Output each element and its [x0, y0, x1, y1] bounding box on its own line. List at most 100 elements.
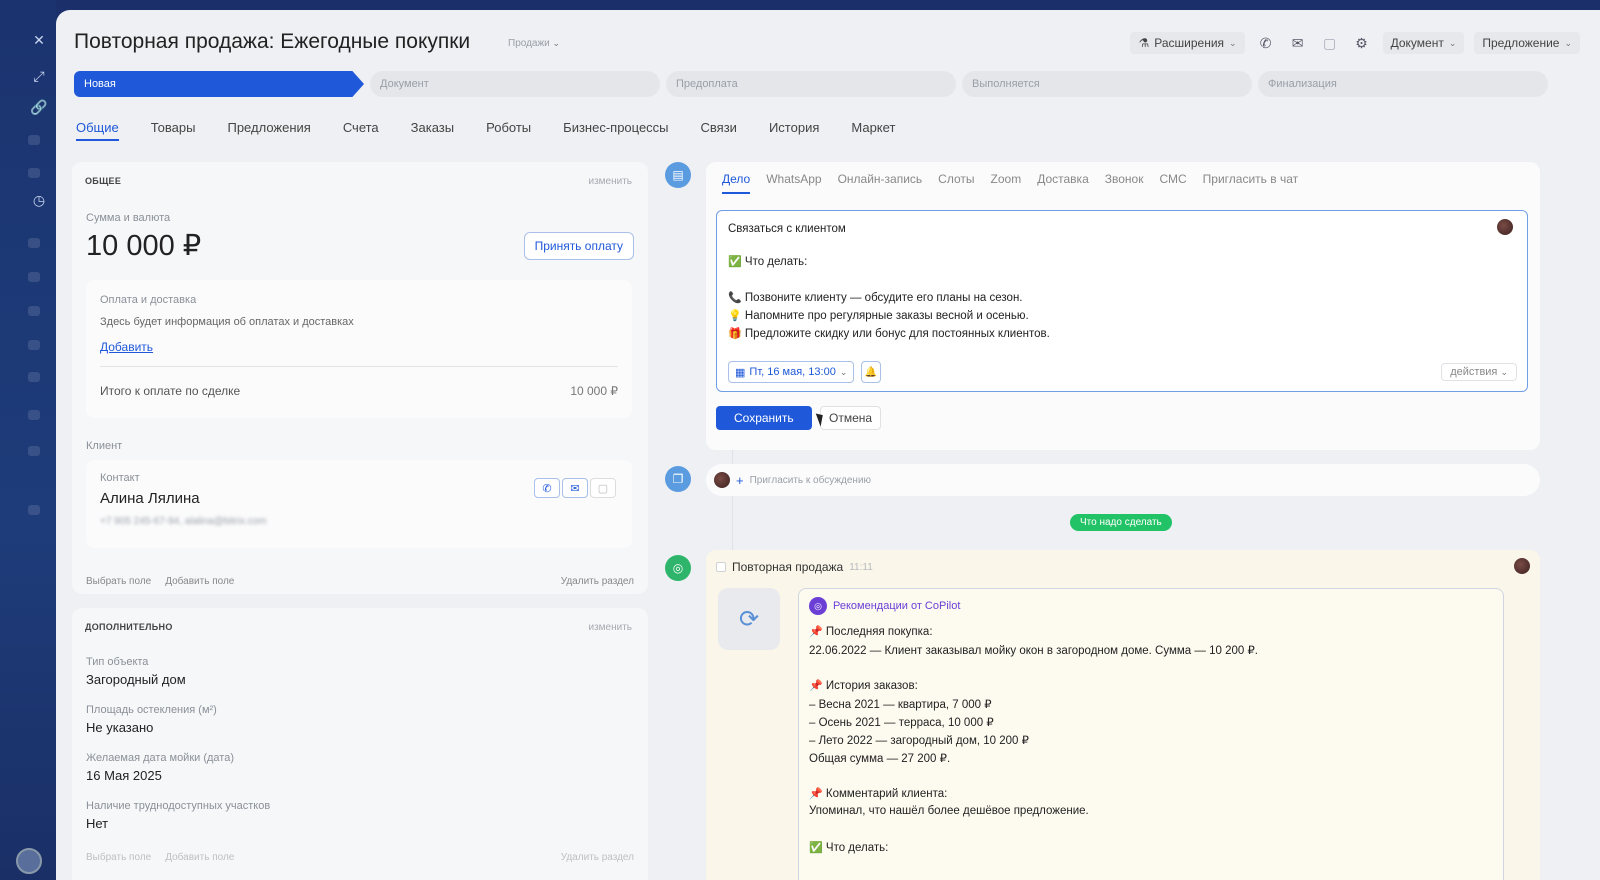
tab-robots[interactable]: Роботы	[486, 120, 531, 141]
document-button[interactable]: Документ ⌄	[1382, 32, 1465, 54]
add-payment-link[interactable]: Добавить	[100, 340, 153, 354]
chevron-down-icon: ⌄	[1564, 37, 1572, 48]
task-line: 📞 Позвоните клиенту — обсудите его планы…	[728, 291, 1023, 304]
robot-icon: ⟳	[718, 588, 780, 650]
save-button[interactable]: Сохранить	[716, 406, 812, 430]
mail-icon[interactable]: ✉	[562, 478, 588, 498]
clock-icon[interactable]: ◷	[22, 186, 56, 214]
sidebar-placeholder-icon	[28, 168, 40, 178]
extensions-button[interactable]: ⚗ Расширения ⌄	[1130, 32, 1245, 54]
activity-header: Повторная продажа 11:11	[716, 560, 873, 574]
tab-invite-chat[interactable]: Пригласить в чат	[1203, 172, 1298, 194]
recommendation-line: Общая сумма — 27 200 ₽.	[809, 753, 951, 765]
contact-label: Контакт	[100, 472, 140, 484]
tab-history[interactable]: История	[769, 120, 819, 141]
recommendation-line: 22.06.2022 — Клиент заказывал мойку окон…	[809, 645, 1258, 657]
close-icon[interactable]: ✕	[22, 26, 56, 54]
tab-proposals[interactable]: Предложения	[227, 120, 310, 141]
contact-name[interactable]: Алина Лялина	[100, 490, 200, 507]
comment-bar[interactable]: + Пригласить к обсуждению	[706, 464, 1540, 496]
responsible-avatar[interactable]	[1514, 558, 1530, 574]
stage-prepayment[interactable]: Предоплата	[666, 71, 956, 97]
tab-slots[interactable]: Слоты	[938, 172, 974, 194]
recommendation-line: 📌 Комментарий клиента:	[809, 787, 947, 800]
phone-icon[interactable]: ✆	[534, 478, 560, 498]
stage-in-progress[interactable]: Выполняется	[962, 71, 1252, 97]
sidebar-placeholder-icon	[28, 272, 40, 282]
plus-icon[interactable]: +	[736, 473, 744, 488]
sidebar-placeholder-icon	[28, 306, 40, 316]
add-field-link[interactable]: Добавить поле	[165, 576, 234, 587]
tab-links[interactable]: Связи	[701, 120, 737, 141]
complete-checkbox[interactable]	[716, 562, 726, 572]
top-actions: ⚗ Расширения ⌄ ✆ ✉ ▢ ⚙ Документ ⌄ Предло…	[1130, 32, 1580, 54]
tab-market[interactable]: Маркет	[851, 120, 895, 141]
edit-link[interactable]: изменить	[588, 176, 632, 187]
tab-whatsapp[interactable]: WhatsApp	[766, 172, 821, 194]
tab-call[interactable]: Звонок	[1105, 172, 1144, 194]
gear-icon[interactable]: ⚙	[1351, 32, 1373, 54]
deal-panel: Повторная продажа: Ежегодные покупки Про…	[56, 10, 1600, 880]
tab-online-booking[interactable]: Онлайн-запись	[838, 172, 923, 194]
bulb-icon: 💡	[728, 310, 742, 322]
tab-zoom[interactable]: Zoom	[991, 172, 1022, 194]
cancel-button[interactable]: Отмена	[820, 406, 882, 430]
tab-sms[interactable]: СМС	[1159, 172, 1186, 194]
tab-general[interactable]: Общие	[76, 120, 119, 141]
field-label: Наличие труднодоступных участков	[86, 800, 271, 812]
tab-products[interactable]: Товары	[151, 120, 196, 141]
task-line-text: Напомните про регулярные заказы весной и…	[744, 310, 1029, 322]
link-icon[interactable]: 🔗	[22, 93, 56, 121]
phone-icon[interactable]: ✆	[1255, 32, 1277, 54]
mail-icon[interactable]: ✉	[1287, 32, 1309, 54]
task-line-text: Позвоните клиенту — обсудите его планы н…	[744, 292, 1023, 304]
chevron-down-icon: ⌄	[1229, 37, 1237, 48]
task-textarea[interactable]: Связаться с клиентом ✅ Что делать: 📞 Поз…	[716, 210, 1528, 392]
copilot-title: Рекомендации от CoPilot	[833, 600, 961, 612]
tab-invoices[interactable]: Счета	[343, 120, 379, 141]
task-line: 💡 Напомните про регулярные заказы весной…	[728, 309, 1029, 322]
expand-icon[interactable]: ⤢	[22, 62, 56, 90]
pin-icon: 📌	[809, 626, 823, 638]
accept-payment-button[interactable]: Принять оплату	[523, 232, 634, 260]
select-field-link[interactable]: Выбрать поле	[86, 852, 151, 863]
deadline-value: Пт, 16 мая, 13:00	[749, 366, 836, 378]
recommendation-line: Упоминал, что нашёл более дешёвое предло…	[809, 805, 1089, 817]
bell-icon[interactable]: 🔔	[861, 361, 881, 383]
payment-title: Оплата и доставка	[100, 294, 197, 306]
recommendation-line: ✅ Что делать:	[809, 841, 888, 854]
contact-details: +7 905 245-67-94, alalina@bitrix.com	[100, 516, 267, 527]
actions-dropdown[interactable]: действия ⌄	[1441, 363, 1517, 381]
copilot-header: ◎ Рекомендации от CoPilot	[809, 597, 960, 615]
proposal-button[interactable]: Предложение ⌄	[1474, 32, 1580, 54]
category-select[interactable]: Продажи ⌄	[508, 38, 560, 49]
phone-icon: 📞	[728, 292, 742, 304]
check-icon: ✅	[809, 842, 823, 854]
page-title: Повторная продажа: Ежегодные покупки	[74, 30, 471, 53]
tab-task[interactable]: Дело	[722, 172, 751, 194]
deadline-picker[interactable]: ▦ Пт, 16 мая, 13:00 ⌄	[728, 361, 855, 383]
stage-new[interactable]: Новая	[74, 71, 364, 97]
tab-delivery[interactable]: Доставка	[1037, 172, 1089, 194]
additional-footer-right: Удалить раздел	[561, 852, 634, 863]
delete-section-link[interactable]: Удалить раздел	[561, 576, 634, 587]
chat-icon[interactable]: ▢	[590, 478, 616, 498]
tab-orders[interactable]: Заказы	[411, 120, 454, 141]
delete-section-link[interactable]: Удалить раздел	[561, 852, 634, 863]
tab-business-processes[interactable]: Бизнес-процессы	[563, 120, 668, 141]
amount-value: 10 000 ₽	[86, 230, 202, 262]
select-field-link[interactable]: Выбрать поле	[86, 576, 151, 587]
edit-link[interactable]: изменить	[588, 622, 632, 633]
document-label: Документ	[1390, 36, 1444, 50]
stage-finalization[interactable]: Финализация	[1258, 71, 1548, 97]
add-field-link[interactable]: Добавить поле	[165, 852, 234, 863]
sidebar-placeholder-icon	[28, 340, 40, 350]
section-heading: ОБЩЕЕ	[85, 176, 122, 186]
chevron-down-icon: ⌄	[1500, 367, 1508, 377]
todo-pill[interactable]: Что надо сделать	[1070, 514, 1172, 531]
stage-document[interactable]: Документ	[370, 71, 660, 97]
user-avatar[interactable]	[16, 848, 42, 874]
activity-item: Повторная продажа 11:11 ⟳ ◎ Рекомендации…	[706, 550, 1540, 880]
chat-icon[interactable]: ▢	[1319, 32, 1341, 54]
responsible-avatar[interactable]	[1497, 219, 1513, 235]
